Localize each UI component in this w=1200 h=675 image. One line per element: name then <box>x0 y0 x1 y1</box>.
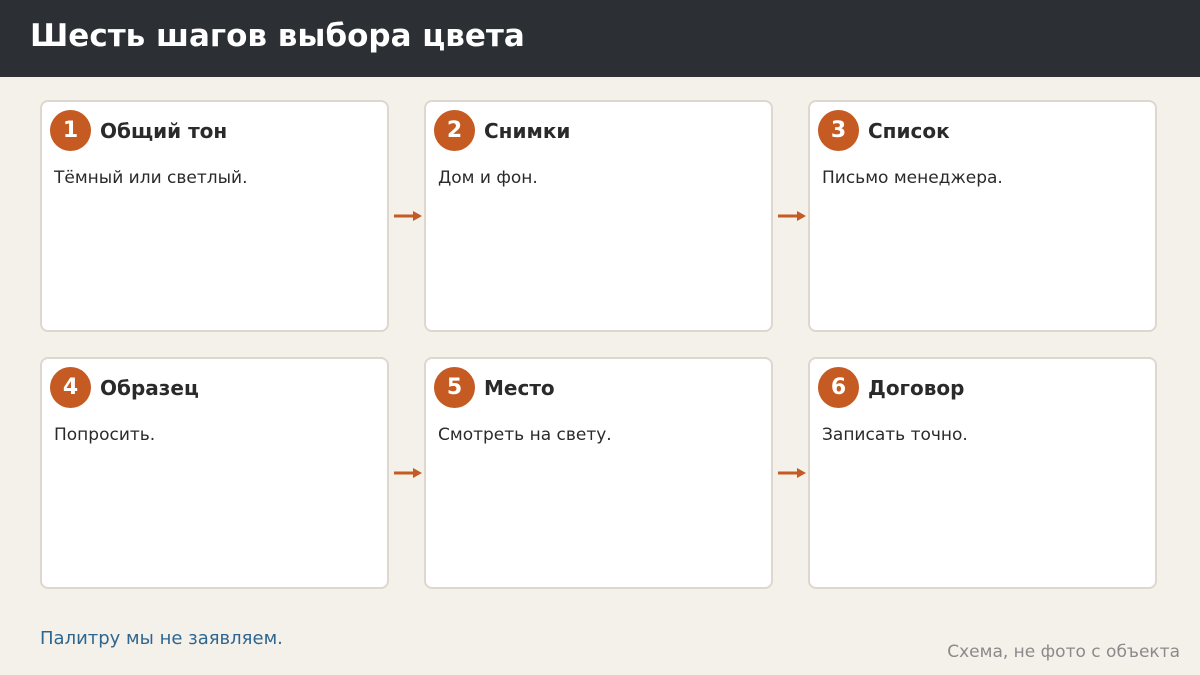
step-description: Записать точно. <box>822 425 968 445</box>
step-card-2: 2 Снимки Дом и фон. <box>424 100 773 332</box>
step-description: Письмо менеджера. <box>822 168 1003 188</box>
arrow-right-icon <box>394 211 422 221</box>
page-title: Шесть шагов выбора цвета <box>30 18 525 54</box>
step-number-badge: 5 <box>434 367 475 408</box>
step-title: Место <box>484 376 555 400</box>
step-card-6: 6 Договор Записать точно. <box>808 357 1157 589</box>
step-description: Дом и фон. <box>438 168 538 188</box>
step-number-badge: 1 <box>50 110 91 151</box>
step-number-badge: 2 <box>434 110 475 151</box>
schema-caption: Схема, не фото с объекта <box>947 642 1180 662</box>
step-card-5: 5 Место Смотреть на свету. <box>424 357 773 589</box>
step-card-1: 1 Общий тон Тёмный или светлый. <box>40 100 389 332</box>
step-title: Общий тон <box>100 119 228 143</box>
step-title: Снимки <box>484 119 571 143</box>
arrow-right-icon <box>778 468 806 478</box>
step-title: Договор <box>868 376 965 400</box>
step-title: Список <box>868 119 950 143</box>
step-card-3: 3 Список Письмо менеджера. <box>808 100 1157 332</box>
arrow-right-icon <box>778 211 806 221</box>
palette-disclaimer-note: Палитру мы не заявляем. <box>40 628 283 649</box>
step-description: Тёмный или светлый. <box>54 168 248 188</box>
step-number-badge: 4 <box>50 367 91 408</box>
step-description: Смотреть на свету. <box>438 425 612 445</box>
step-description: Попросить. <box>54 425 156 445</box>
arrow-right-icon <box>394 468 422 478</box>
step-card-4: 4 Образец Попросить. <box>40 357 389 589</box>
header-bar: Шесть шагов выбора цвета <box>0 0 1200 77</box>
step-number-badge: 6 <box>818 367 859 408</box>
step-number-badge: 3 <box>818 110 859 151</box>
step-title: Образец <box>100 376 199 400</box>
